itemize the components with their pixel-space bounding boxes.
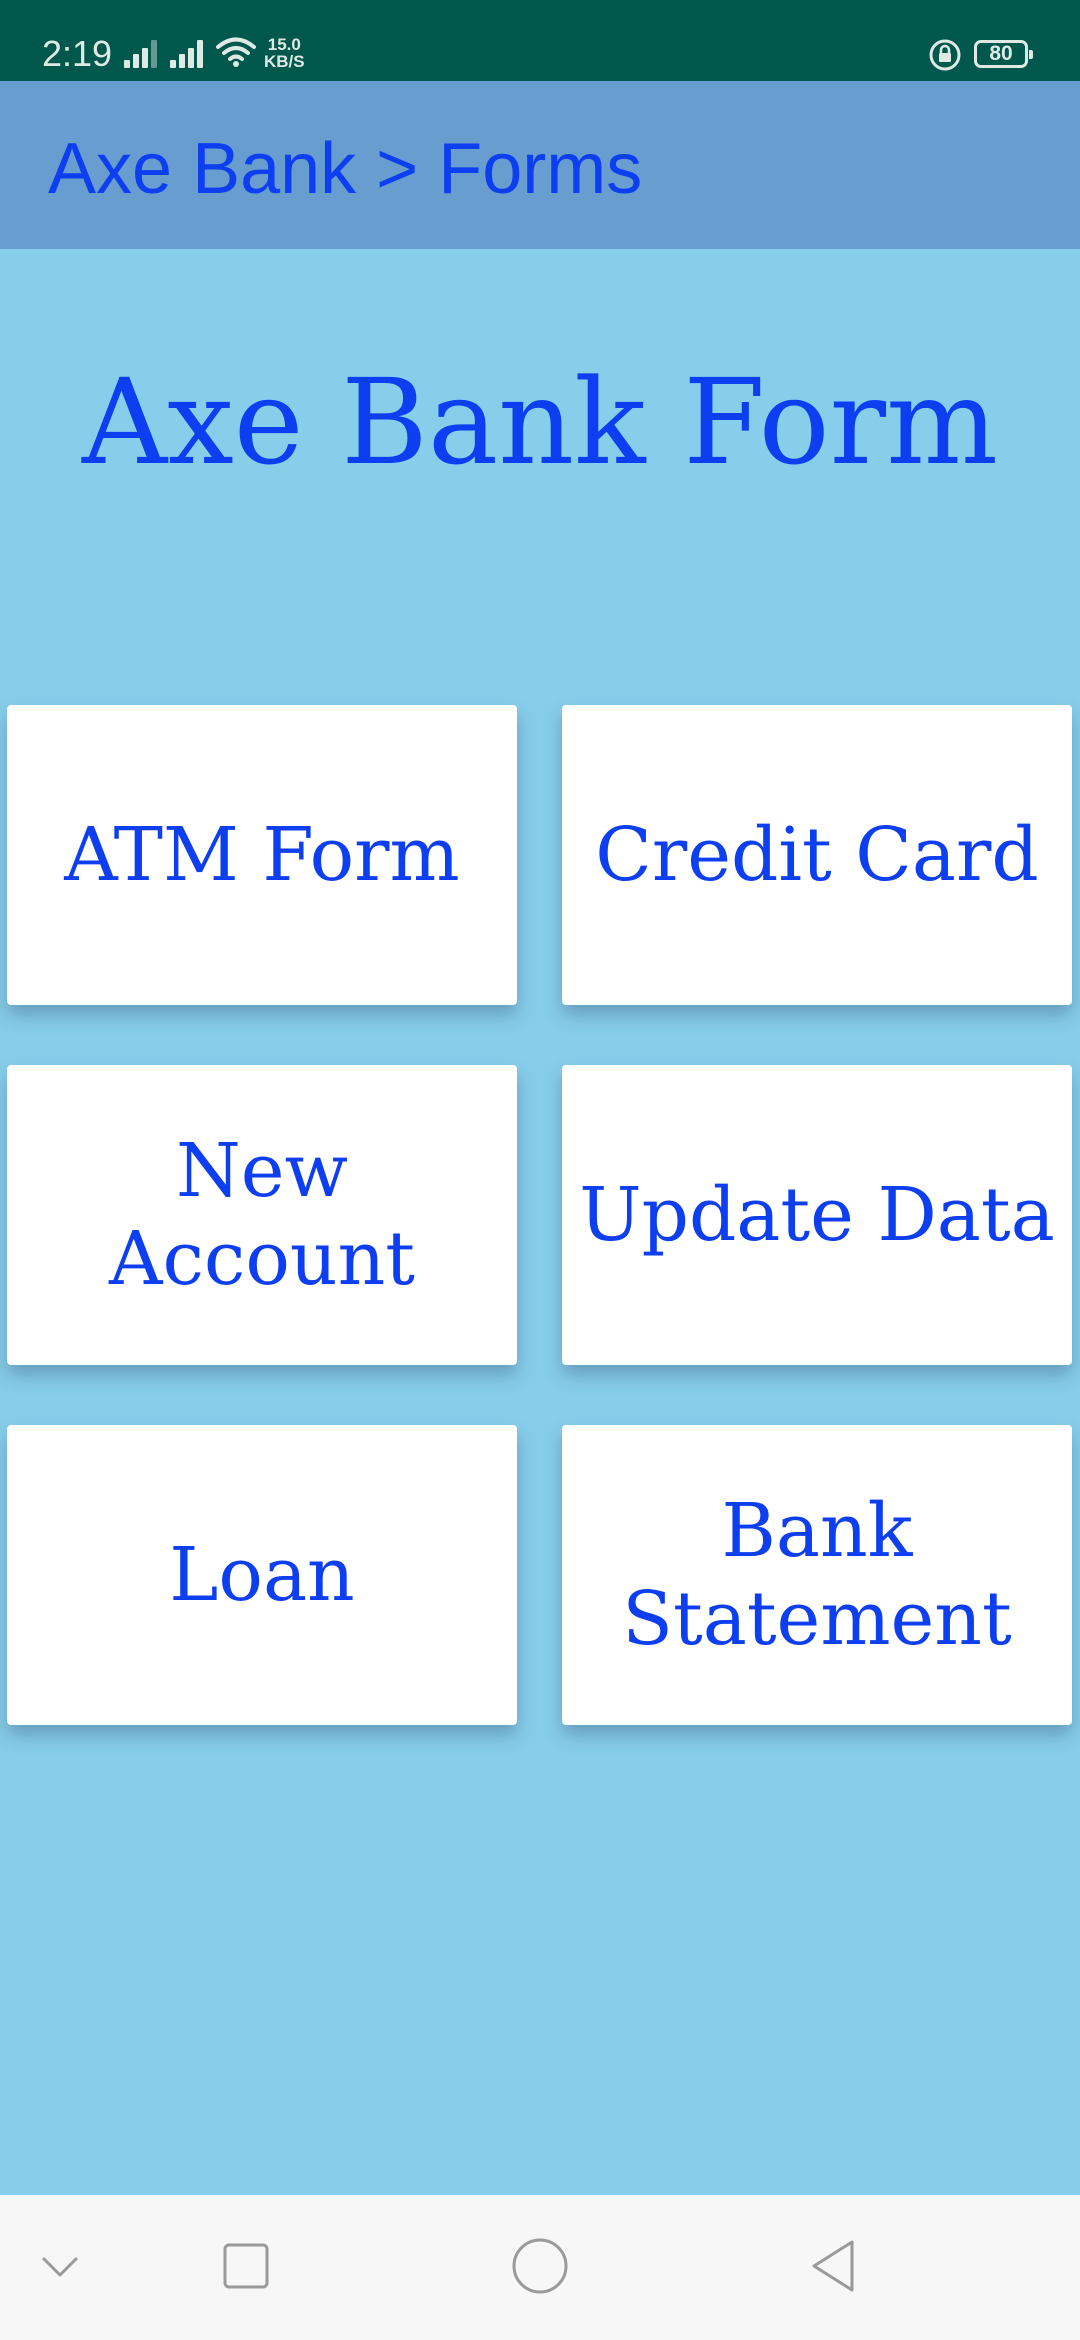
recents-square-icon[interactable] [222,2242,270,2290]
battery-level: 80 [989,42,1013,65]
new-account-button[interactable]: New Account [7,1065,517,1365]
signal-2-icon [170,36,206,68]
status-time: 2:19 [42,33,113,74]
rotation-lock-icon [929,39,961,71]
home-circle-icon[interactable] [511,2237,569,2295]
atm-form-button[interactable]: ATM Form [7,705,517,1005]
net-speed-unit: KB/S [264,52,305,71]
atm-form-label: ATM Form [64,812,460,898]
credit-card-label: Credit Card [595,812,1039,898]
credit-card-button[interactable]: Credit Card [562,705,1072,1005]
loan-label: Loan [169,1532,355,1618]
bank-statement-button[interactable]: Bank Statement [562,1425,1072,1725]
app-bar: Axe Bank > Forms [0,81,1080,249]
wifi-icon [216,37,256,67]
status-bar: 2:19 15.0 KB/S 80 [0,0,1080,81]
new-account-label: New Account [109,1128,415,1302]
page-heading: Axe Bank Form [82,353,998,491]
navigation-bar [0,2195,1080,2340]
bank-statement-label: Bank Statement [622,1488,1012,1662]
back-triangle-icon[interactable] [808,2238,858,2294]
loan-button[interactable]: Loan [7,1425,517,1725]
net-speed: 15.0 KB/S [264,36,305,70]
signal-1-icon [124,36,160,68]
net-speed-value: 15.0 [267,35,301,54]
chevron-down-icon[interactable] [40,2255,80,2279]
app-bar-title: Axe Bank > Forms [48,129,643,209]
battery-icon: 80 [974,40,1033,68]
update-data-button[interactable]: Update Data [562,1065,1072,1365]
update-data-label: Update Data [579,1172,1055,1258]
